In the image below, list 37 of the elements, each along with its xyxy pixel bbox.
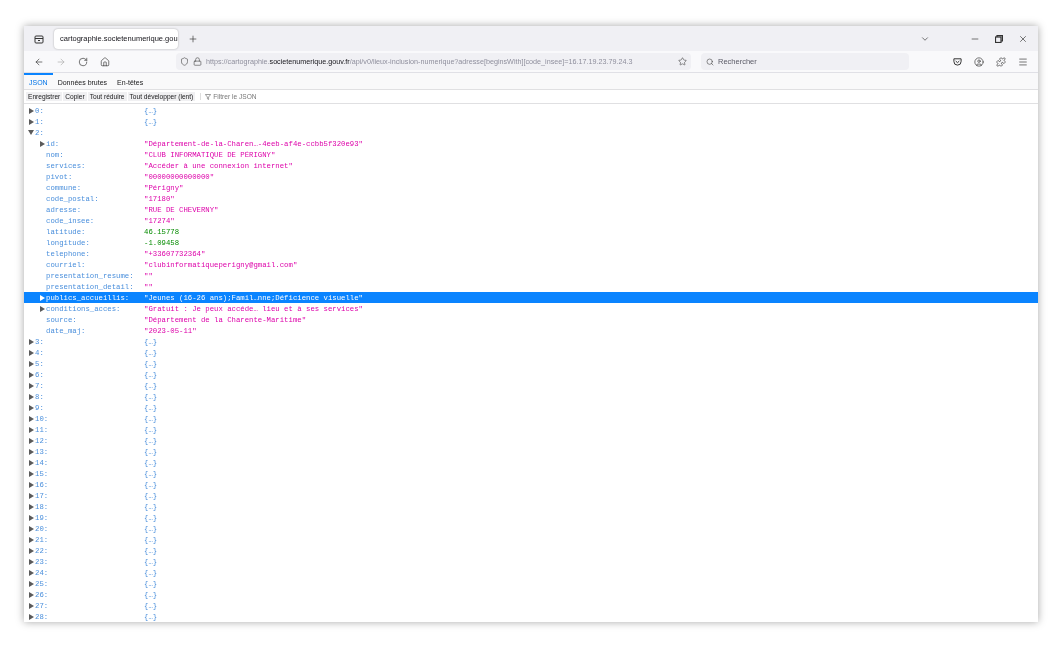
collapse-arrow-icon[interactable]	[28, 130, 34, 135]
expand-arrow-icon[interactable]	[28, 118, 34, 125]
expand-arrow-icon[interactable]	[28, 393, 34, 400]
expand-arrow-icon[interactable]	[28, 371, 34, 378]
expand-arrow-icon[interactable]	[28, 569, 34, 576]
expand-arrow-icon[interactable]	[28, 591, 34, 598]
lock-icon[interactable]	[193, 57, 202, 67]
expand-arrow-icon[interactable]	[28, 448, 34, 455]
expand-arrow-icon[interactable]	[28, 404, 34, 411]
expand-arrow-icon[interactable]	[28, 547, 34, 554]
search-icon	[706, 57, 714, 66]
expand-arrow-icon[interactable]	[28, 437, 34, 444]
expand-arrow-icon[interactable]	[28, 349, 34, 356]
expand-arrow-icon[interactable]	[28, 426, 34, 433]
expand-arrow-icon[interactable]	[28, 580, 34, 587]
shield-icon[interactable]	[180, 57, 189, 67]
expand-arrow-icon[interactable]	[28, 415, 34, 422]
expand-arrow-icon[interactable]	[28, 613, 34, 620]
expand-arrow-icon[interactable]	[39, 305, 45, 312]
expand-arrow-icon[interactable]	[28, 107, 34, 114]
expand-arrow-icon[interactable]	[39, 140, 45, 147]
expand-arrow-icon[interactable]	[28, 492, 34, 499]
filter-icon	[205, 93, 212, 100]
expand-arrow-icon[interactable]	[28, 536, 34, 543]
expand-arrow-icon[interactable]	[28, 503, 34, 510]
expand-arrow-icon[interactable]	[28, 602, 34, 609]
expand-arrow-icon[interactable]	[28, 470, 34, 477]
expand-arrow-icon[interactable]	[28, 459, 34, 466]
expand-arrow-icon[interactable]	[39, 294, 45, 301]
expand-arrow-icon[interactable]	[28, 558, 34, 565]
expand-arrow-icon[interactable]	[28, 338, 34, 345]
expand-arrow-icon[interactable]	[28, 525, 34, 532]
expand-arrow-icon[interactable]	[28, 481, 34, 488]
expand-arrow-icon[interactable]	[28, 360, 34, 367]
star-icon[interactable]	[678, 57, 687, 67]
expand-arrow-icon[interactable]	[28, 514, 34, 521]
expand-arrow-icon[interactable]	[28, 382, 34, 389]
